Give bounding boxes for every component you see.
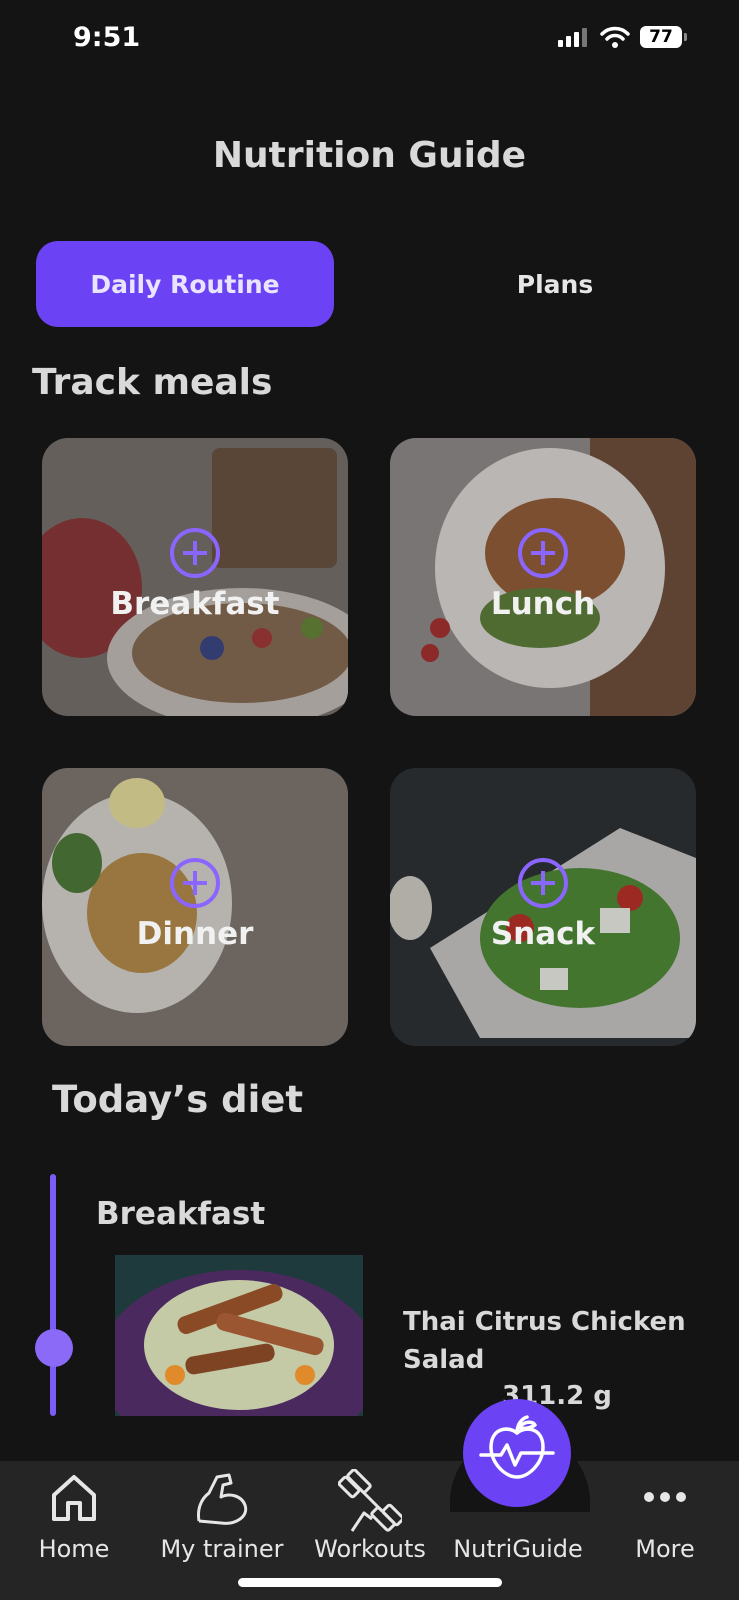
meal-card-snack[interactable]: Snack: [390, 768, 696, 1046]
meal-card-label: Lunch: [490, 586, 596, 622]
meal-card-label: Snack: [490, 916, 596, 952]
track-meals-heading: Track meals: [32, 362, 273, 403]
battery-icon: 77: [640, 26, 687, 48]
todays-diet-heading: Today’s diet: [52, 1078, 304, 1121]
flexed-arm-icon: [197, 1473, 248, 1525]
battery-level: 77: [640, 26, 682, 48]
add-snack-icon[interactable]: [518, 858, 568, 908]
nav-label: More: [635, 1535, 695, 1563]
dumbbell-icon: [338, 1469, 402, 1532]
nutriguide-button[interactable]: [463, 1399, 571, 1507]
tab-plans[interactable]: Plans: [390, 241, 720, 327]
nav-label: Home: [38, 1535, 110, 1563]
add-breakfast-icon[interactable]: [170, 528, 220, 578]
nav-more[interactable]: More: [591, 1461, 739, 1600]
signal-icon: [558, 28, 587, 47]
timeline-line: [50, 1174, 56, 1416]
more-dots-icon: [644, 1492, 686, 1502]
page-title: Nutrition Guide: [212, 135, 527, 176]
nav-label: Workouts: [314, 1535, 426, 1563]
meal-card-dinner[interactable]: Dinner: [42, 768, 348, 1046]
diet-meal-title: Breakfast: [96, 1196, 266, 1232]
meal-card-label: Dinner: [136, 916, 254, 952]
add-dinner-icon[interactable]: [170, 858, 220, 908]
nav-label: My trainer: [160, 1535, 284, 1563]
home-indicator: [238, 1578, 502, 1587]
tab-daily-routine[interactable]: Daily Routine: [36, 241, 334, 327]
meal-card-breakfast[interactable]: Breakfast: [42, 438, 348, 716]
nav-home[interactable]: Home: [0, 1461, 148, 1600]
food-name: Thai Citrus Chicken Salad: [403, 1307, 686, 1375]
add-lunch-icon[interactable]: [518, 528, 568, 578]
meal-card-label: Breakfast: [110, 586, 280, 622]
nav-label: NutriGuide: [453, 1535, 583, 1563]
wifi-icon: [600, 26, 630, 48]
status-icons: 77: [558, 26, 687, 48]
meal-card-lunch[interactable]: Lunch: [390, 438, 696, 716]
status-time: 9:51: [73, 22, 141, 53]
home-icon: [52, 1475, 96, 1521]
status-bar: 9:51 77: [0, 0, 739, 82]
food-image[interactable]: [115, 1255, 363, 1416]
timeline-dot: [35, 1329, 73, 1367]
apple-heartbeat-icon: [479, 1415, 555, 1479]
